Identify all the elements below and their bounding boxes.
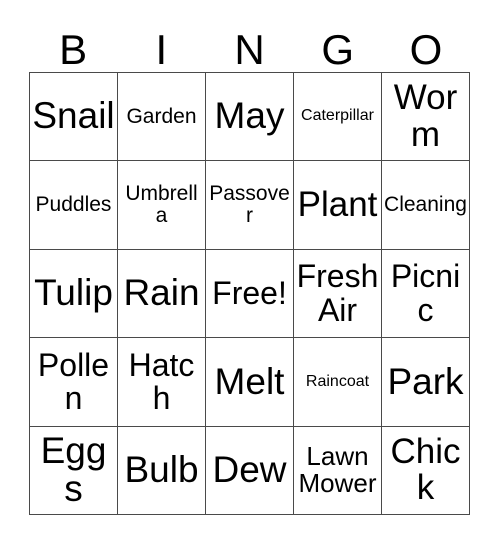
bingo-header-letter-o: O — [409, 26, 443, 73]
bingo-cell-label: Eggs — [40, 429, 107, 510]
bingo-cell[interactable]: Dew — [206, 426, 294, 516]
bingo-cell-label: Tulip — [34, 272, 113, 314]
bingo-cell-label: Bulb — [124, 449, 199, 491]
bingo-header-letter-i: I — [155, 26, 168, 73]
bingo-cell[interactable]: Garden — [118, 73, 206, 162]
bingo-grid: Snail Garden May Caterpillar Worm Puddle… — [29, 72, 470, 516]
bingo-cell[interactable]: Plant — [294, 161, 382, 250]
bingo-cell-label: Park — [387, 360, 464, 402]
bingo-cell-label: Puddles — [35, 193, 112, 217]
bingo-cell-label: Chick — [390, 431, 461, 508]
bingo-cell[interactable]: Raincoat — [294, 338, 382, 427]
bingo-cell-label: Melt — [214, 360, 285, 402]
bingo-cell-label: Snail — [32, 95, 115, 137]
bingo-cell[interactable]: Picnic — [382, 249, 470, 339]
bingo-cell[interactable]: Park — [382, 338, 470, 427]
bingo-header-letter-n: N — [234, 26, 265, 73]
bingo-cell-label: Free! — [212, 274, 287, 311]
bingo-cell-label: Worm — [393, 78, 458, 154]
bingo-cell[interactable]: Snail — [30, 73, 118, 162]
bingo-cell[interactable]: Passover — [206, 161, 294, 250]
bingo-cell[interactable]: Worm — [382, 73, 470, 162]
bingo-cell[interactable]: Pollen — [30, 338, 118, 427]
bingo-cell-label: Umbrella — [125, 182, 198, 228]
bingo-cell[interactable]: Eggs — [30, 426, 118, 516]
bingo-cell-label: Raincoat — [305, 372, 370, 390]
bingo-cell[interactable]: Caterpillar — [294, 73, 382, 162]
bingo-cell[interactable]: Puddles — [30, 161, 118, 250]
bingo-cell[interactable]: Cleaning — [382, 161, 470, 250]
bingo-cell[interactable]: May — [206, 73, 294, 162]
bingo-row: Pollen Hatch Melt Raincoat Park — [30, 338, 470, 427]
bingo-cell[interactable]: Chick — [382, 426, 470, 516]
bingo-cell[interactable]: Hatch — [118, 338, 206, 427]
bingo-cell-label: Cleaning — [384, 193, 467, 217]
bingo-cell[interactable]: Fresh Air — [294, 249, 382, 339]
bingo-cell[interactable]: Bulb — [118, 426, 206, 516]
bingo-cell-label: May — [214, 95, 285, 137]
bingo-cell[interactable]: Tulip — [30, 249, 118, 339]
bingo-cell-label: Plant — [297, 184, 378, 224]
bingo-row: Snail Garden May Caterpillar Worm — [30, 73, 470, 162]
bingo-cell[interactable]: Lawn Mower — [294, 426, 382, 516]
bingo-cell-label: Passover — [209, 182, 290, 228]
bingo-cell-label: Garden — [126, 104, 197, 128]
bingo-header-row: B I N G O — [29, 20, 470, 72]
bingo-cell[interactable]: Melt — [206, 338, 294, 427]
bingo-row: Eggs Bulb Dew Lawn Mower Chick — [30, 426, 470, 516]
bingo-cell-label: Lawn Mower — [298, 441, 377, 499]
bingo-cell-label: Pollen — [37, 346, 110, 416]
bingo-cell[interactable]: Rain — [118, 249, 206, 339]
bingo-row: Puddles Umbrella Passover Plant Cleaning — [30, 161, 470, 250]
bingo-row: Tulip Rain Free! Fresh Air Picnic — [30, 249, 470, 339]
bingo-cell-label: Picnic — [390, 258, 461, 328]
bingo-cell-label: Rain — [123, 272, 200, 314]
bingo-header-letter-g: G — [321, 26, 355, 73]
bingo-card: B I N G O Snail Garden May Caterpillar W… — [0, 0, 500, 544]
bingo-cell-label: Hatch — [128, 346, 195, 416]
bingo-cell-label: Fresh Air — [296, 258, 379, 328]
bingo-cell-label: Dew — [212, 449, 287, 491]
bingo-cell-label: Caterpillar — [301, 107, 374, 125]
bingo-cell-free-space[interactable]: Free! — [206, 249, 294, 339]
bingo-header-letter-b: B — [59, 26, 88, 73]
bingo-cell[interactable]: Umbrella — [118, 161, 206, 250]
